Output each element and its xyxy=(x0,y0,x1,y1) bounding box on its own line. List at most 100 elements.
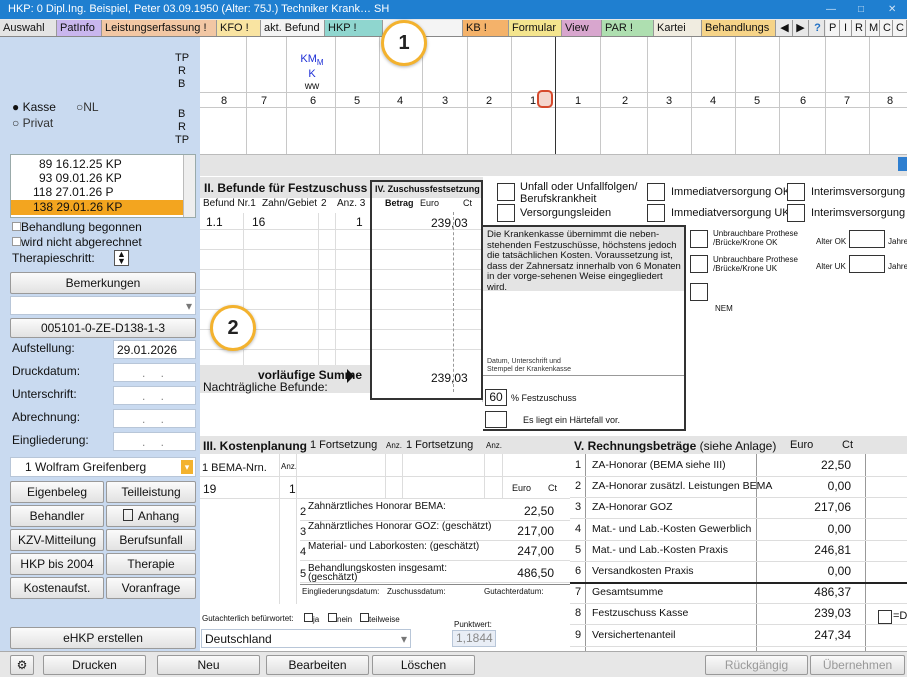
checkbox-imm-ok[interactable] xyxy=(647,183,665,201)
rechnung-row-value[interactable]: 0,00 xyxy=(785,564,851,578)
bema-anz-cell[interactable]: 1 xyxy=(289,482,296,496)
berufsunfall-button[interactable]: Berufsunfall xyxy=(106,529,196,551)
checkbox-abgerechnet[interactable]: wird nicht abgerechnet xyxy=(12,235,142,249)
behandler-button[interactable]: Behandler xyxy=(10,505,104,527)
befund-nr-cell[interactable]: 1.1 xyxy=(206,215,223,229)
radio-teilweise[interactable]: teilweise xyxy=(360,613,400,624)
tab-leistungserfassung[interactable]: Leistungserfassung ! xyxy=(102,20,217,36)
tooth-number[interactable]: 5 xyxy=(349,95,365,107)
quick-c2[interactable]: C xyxy=(893,20,907,36)
radio-nein[interactable]: nein xyxy=(328,613,352,624)
tab-scroll-left-icon[interactable]: ◀ xyxy=(777,20,793,36)
voranfrage-button[interactable]: Voranfrage xyxy=(106,577,196,599)
bearbeiten-button[interactable]: Bearbeiten xyxy=(266,655,369,675)
radio-kasse[interactable]: ● Kasse xyxy=(12,100,56,114)
tooth-number[interactable]: 6 xyxy=(305,95,321,107)
plan-list-item-selected[interactable]: 138 29.01.26 KP xyxy=(11,200,183,215)
checkbox-unbr-uk[interactable] xyxy=(690,255,708,273)
eingliederung-field[interactable]: . . xyxy=(113,432,196,451)
rechnung-row-value[interactable]: 22,50 xyxy=(785,458,851,472)
country-dropdown[interactable]: Deutschland ▾ xyxy=(201,629,411,648)
rechnung-row-value[interactable]: 246,81 xyxy=(785,543,851,557)
checkbox-begonnen[interactable]: Behandlung begonnen xyxy=(12,220,142,234)
zuschuss-value[interactable]: 239,03 xyxy=(431,216,468,230)
help-icon[interactable]: ? xyxy=(811,20,825,36)
tab-hkp[interactable]: HKP ! xyxy=(325,20,383,36)
checkbox-int-uk[interactable] xyxy=(787,204,805,222)
festzuschuss-percent-field[interactable]: 60 xyxy=(485,389,507,406)
kostenaufst-button[interactable]: Kostenaufst. xyxy=(10,577,104,599)
close-icon[interactable]: ✕ xyxy=(888,0,896,19)
therapieschritt-stepper[interactable]: ▲ ▼ xyxy=(114,250,129,266)
loeschen-button[interactable]: Löschen xyxy=(372,655,475,675)
rechnung-row-value[interactable]: 0,00 xyxy=(785,479,851,493)
tooth-number[interactable]: 1 xyxy=(570,95,586,107)
checkbox-nem[interactable] xyxy=(690,283,708,301)
kosten-row-value[interactable]: 22,50 xyxy=(510,504,554,518)
befund-zahn-cell[interactable]: 16 xyxy=(252,215,265,229)
chevron-down-icon[interactable]: ▾ xyxy=(181,460,193,474)
tooth-number[interactable]: 3 xyxy=(437,95,453,107)
checkbox-unbr-ok[interactable] xyxy=(690,230,708,248)
rechnung-row-value[interactable]: 486,37 xyxy=(785,585,851,599)
punktwert-field[interactable]: 1,1844 xyxy=(452,630,496,647)
kosten-row-value[interactable]: 486,50 xyxy=(510,566,554,580)
kzv-mitteilung-button[interactable]: KZV-Mitteilung xyxy=(10,529,104,551)
tooth-number[interactable]: 8 xyxy=(882,95,898,107)
checkbox-int-ok[interactable] xyxy=(787,183,805,201)
eigenbeleg-button[interactable]: Eigenbeleg xyxy=(10,481,104,503)
tab-scroll-right-icon[interactable]: ▶ xyxy=(793,20,809,36)
tab-kartei[interactable]: Kartei xyxy=(654,20,702,36)
abrechnung-field[interactable]: . . xyxy=(113,409,196,428)
plan-list[interactable]: 89 16.12.25 KP 93 09.01.26 KP 118 27.01.… xyxy=(10,154,196,218)
maximize-icon[interactable]: □ xyxy=(858,0,864,19)
checkbox-eq-d[interactable] xyxy=(878,610,892,624)
tab-behandlungs[interactable]: Behandlungs xyxy=(702,20,776,36)
quick-p[interactable]: P xyxy=(826,20,840,36)
tooth-number[interactable]: 5 xyxy=(749,95,765,107)
befund-anz-cell[interactable]: 1 xyxy=(356,215,363,229)
plan-list-item[interactable]: 93 09.01.26 KP xyxy=(39,171,122,185)
kosten-row-value[interactable]: 247,00 xyxy=(510,544,554,558)
teilleistung-button[interactable]: Teilleistung xyxy=(106,481,196,503)
tooth-implant-icon[interactable] xyxy=(537,90,553,108)
checkbox-versorgungsleiden[interactable] xyxy=(497,204,515,222)
checkbox-imm-uk[interactable] xyxy=(647,204,665,222)
anhang-button[interactable]: Anhang xyxy=(106,505,196,527)
aufstellung-field[interactable]: 29.01.2026 xyxy=(113,340,196,359)
tab-formular[interactable]: Formular xyxy=(509,20,562,36)
tab-par[interactable]: PAR ! xyxy=(602,20,654,36)
tooth-number[interactable]: 6 xyxy=(795,95,811,107)
druckdatum-field[interactable]: . . xyxy=(113,363,196,382)
radio-ja[interactable]: ja xyxy=(304,613,319,624)
tab-view[interactable]: View xyxy=(562,20,602,36)
minimize-icon[interactable]: — xyxy=(826,0,836,19)
rechnung-row-value[interactable]: 0,00 xyxy=(785,522,851,536)
settings-gear-icon[interactable]: ⚙ xyxy=(10,655,34,675)
plan-list-item[interactable]: 118 27.01.26 P xyxy=(33,185,114,199)
chart-scrollbar[interactable] xyxy=(898,157,907,171)
tooth-number[interactable]: 3 xyxy=(661,95,677,107)
tab-kfo[interactable]: KFO ! xyxy=(217,20,261,36)
quick-r[interactable]: R xyxy=(852,20,866,36)
radio-nl[interactable]: ○NL xyxy=(76,100,99,114)
tooth-number[interactable]: 8 xyxy=(216,95,232,107)
bemerkungen-dropdown[interactable]: ▾ xyxy=(10,296,196,315)
uebernehmen-button[interactable]: Übernehmen xyxy=(810,655,905,675)
quick-c[interactable]: C xyxy=(880,20,893,36)
plan-list-scrollbar[interactable] xyxy=(183,155,195,217)
radio-privat[interactable]: ○ Privat xyxy=(12,116,53,130)
rechnung-row-value[interactable]: 239,03 xyxy=(785,606,851,620)
tooth-number[interactable]: 4 xyxy=(705,95,721,107)
neu-button[interactable]: Neu xyxy=(157,655,260,675)
rechnung-row-value[interactable]: 217,06 xyxy=(785,500,851,514)
quick-m[interactable]: M xyxy=(866,20,880,36)
plan-list-item[interactable]: 89 16.12.25 KP xyxy=(39,157,122,171)
hkp-bis-2004-button[interactable]: HKP bis 2004 xyxy=(10,553,104,575)
checkbox-haertefall[interactable] xyxy=(485,411,507,428)
tab-kb[interactable]: KB ! xyxy=(463,20,509,36)
plan-code-button[interactable]: 005101-0-ZE-D138-1-3 xyxy=(10,318,196,338)
alter-ok-field[interactable] xyxy=(849,230,885,248)
tooth-number[interactable]: 7 xyxy=(256,95,272,107)
tooth-number[interactable]: 2 xyxy=(481,95,497,107)
